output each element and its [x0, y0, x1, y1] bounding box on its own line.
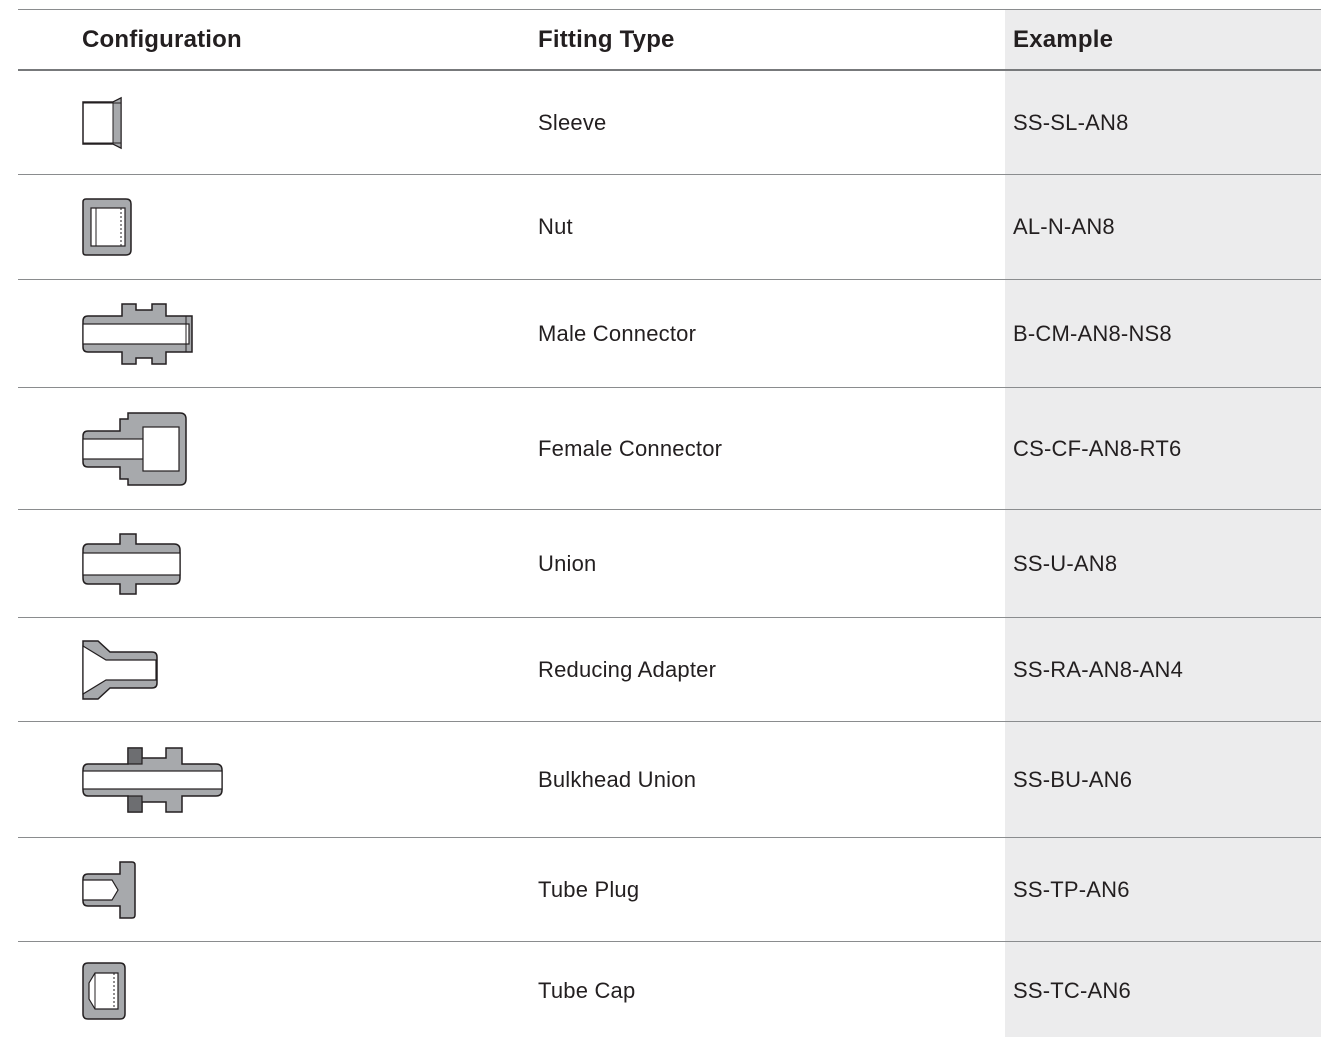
example-cell: SS-RA-AN8-AN4: [1013, 656, 1184, 682]
example-cell: SS-TP-AN6: [1013, 876, 1130, 902]
fittings-table: Configuration Fitting Type Example Sleev…: [18, 10, 1321, 1039]
fitting-type-cell: Nut: [538, 214, 573, 239]
tube-plug-icon: [80, 838, 140, 941]
fitting-type-cell: Tube Cap: [538, 977, 636, 1003]
table-row: Bulkhead Union SS-BU-AN6: [18, 722, 1321, 838]
table-header-row: Configuration Fitting Type Example: [18, 10, 1321, 71]
tube-cap-icon: [80, 942, 130, 1039]
header-fitting-type: Fitting Type: [538, 25, 675, 53]
header-example: Example: [1013, 25, 1114, 53]
table-row: Union SS-U-AN8: [18, 510, 1321, 618]
example-cell: SS-SL-AN8: [1013, 109, 1129, 135]
fitting-type-cell: Male Connector: [538, 320, 697, 346]
fitting-type-cell: Union: [538, 550, 597, 576]
example-cell: AL-N-AN8: [1013, 214, 1115, 239]
table-row: Tube Plug SS-TP-AN6: [18, 838, 1321, 942]
fitting-type-cell: Tube Plug: [538, 876, 640, 902]
sleeve-icon: [80, 71, 140, 174]
example-cell: B-CM-AN8-NS8: [1013, 320, 1172, 346]
table-row: Male Connector B-CM-AN8-NS8: [18, 280, 1321, 388]
male-connector-icon: [80, 280, 196, 387]
example-cell: SS-U-AN8: [1013, 550, 1118, 576]
fitting-type-cell: Bulkhead Union: [538, 766, 697, 792]
fitting-type-cell: Reducing Adapter: [538, 656, 717, 682]
fitting-type-cell: Sleeve: [538, 109, 607, 135]
table-row: Tube Cap SS-TC-AN6: [18, 942, 1321, 1039]
nut-icon: [80, 175, 140, 279]
header-configuration: Configuration: [82, 25, 242, 53]
example-cell: SS-BU-AN6: [1013, 766, 1133, 792]
example-cell: SS-TC-AN6: [1013, 977, 1131, 1003]
table-row: Sleeve SS-SL-AN8: [18, 71, 1321, 175]
fitting-type-cell: Female Connector: [538, 435, 723, 461]
table-row: Nut AL-N-AN8: [18, 175, 1321, 280]
union-icon: [80, 510, 184, 617]
table-row: Female Connector CS-CF-AN8-RT6: [18, 388, 1321, 510]
female-connector-icon: [80, 388, 190, 509]
table-row: Reducing Adapter SS-RA-AN8-AN4: [18, 618, 1321, 722]
reducing-adapter-icon: [80, 618, 164, 721]
bulkhead-union-icon: [80, 722, 226, 837]
example-cell: CS-CF-AN8-RT6: [1013, 435, 1182, 461]
